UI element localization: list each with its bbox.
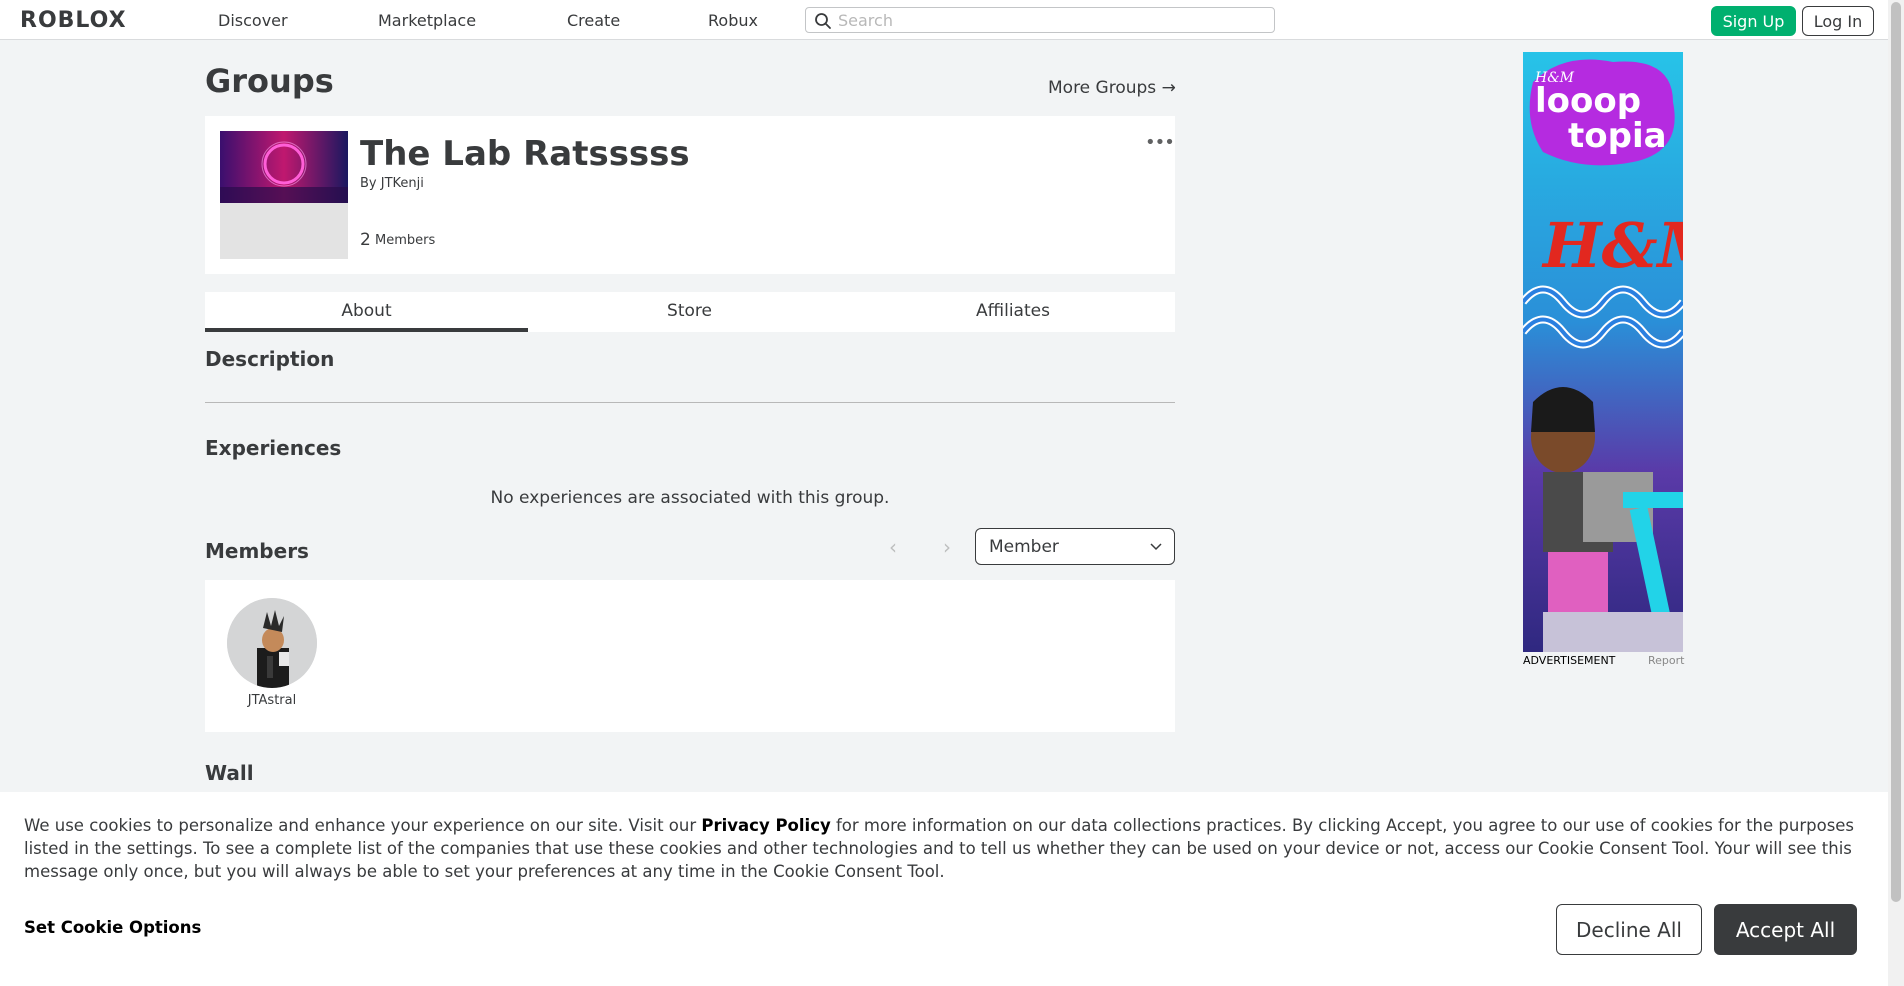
group-tabs: About Store Affiliates (205, 292, 1175, 332)
chevron-left-icon[interactable]: ‹ (889, 535, 897, 559)
members-heading: Members (205, 539, 309, 563)
search-input[interactable] (838, 11, 1268, 30)
role-select-dropdown[interactable]: Member (975, 528, 1175, 565)
cookie-message: We use cookies to personalize and enhanc… (24, 814, 1864, 883)
roblox-logo[interactable]: ROBLOX (20, 8, 127, 33)
scrollbar-thumb[interactable] (1891, 2, 1901, 902)
wall-heading: Wall (205, 761, 254, 785)
ad-brand-word-2: topia (1568, 116, 1667, 156)
search-icon (815, 13, 831, 29)
owner-by-label: By (360, 176, 377, 191)
advertisement-banner[interactable]: H&M looop topia H&M (1523, 52, 1683, 652)
nav-create[interactable]: Create (567, 11, 620, 30)
avatar-image (227, 598, 317, 688)
group-owner: By JTKenji (360, 176, 424, 191)
ad-image: H&M looop topia H&M (1523, 52, 1683, 652)
member-count: 2 (360, 230, 371, 250)
member-count-label: Members (375, 233, 436, 248)
tab-about[interactable]: About (205, 292, 528, 332)
top-navigation-bar: ROBLOX Discover Marketplace Create Robux… (0, 0, 1888, 40)
ad-brand-big: H&M (1541, 209, 1683, 282)
nav-discover[interactable]: Discover (218, 11, 288, 30)
decline-all-button[interactable]: Decline All (1556, 904, 1702, 955)
sign-up-button[interactable]: Sign Up (1711, 6, 1796, 36)
cookie-consent-banner: We use cookies to personalize and enhanc… (0, 792, 1888, 986)
advertisement-label: ADVERTISEMENT (1523, 654, 1616, 667)
members-panel: JTAstral (205, 580, 1175, 732)
tab-affiliates[interactable]: Affiliates (851, 292, 1175, 332)
nav-marketplace[interactable]: Marketplace (378, 11, 476, 30)
description-heading: Description (205, 347, 335, 371)
role-select-value: Member (989, 537, 1059, 557)
nav-robux[interactable]: Robux (708, 11, 758, 30)
group-emblem-image (220, 131, 348, 259)
owner-link[interactable]: JTKenji (381, 176, 424, 191)
no-experiences-message: No experiences are associated with this … (490, 488, 890, 508)
chevron-down-icon (1150, 543, 1162, 551)
ad-report-link[interactable]: Report (1648, 654, 1684, 667)
more-groups-link[interactable]: More Groups → (1048, 78, 1176, 98)
set-cookie-options-link[interactable]: Set Cookie Options (24, 918, 201, 937)
avatar[interactable] (227, 598, 317, 688)
group-header-card: The Lab Ratsssss By JTKenji 2 Members ••… (205, 116, 1175, 274)
experiences-heading: Experiences (205, 436, 342, 460)
cookie-text-before: We use cookies to personalize and enhanc… (24, 816, 702, 835)
accept-all-button[interactable]: Accept All (1714, 904, 1857, 955)
search-box[interactable] (805, 7, 1275, 33)
ellipsis-icon[interactable]: ••• (1145, 132, 1175, 153)
member-name[interactable]: JTAstral (227, 693, 317, 708)
page-title: Groups (205, 62, 334, 100)
page-scrollbar[interactable] (1888, 0, 1904, 986)
member-card[interactable]: JTAstral (227, 598, 317, 708)
tab-store[interactable]: Store (528, 292, 851, 332)
section-divider (205, 402, 1175, 403)
chevron-right-icon[interactable]: › (943, 535, 951, 559)
log-in-button[interactable]: Log In (1802, 6, 1874, 36)
group-name: The Lab Ratsssss (360, 134, 690, 174)
group-emblem-art (220, 131, 348, 259)
ad-brand-word-1: looop (1535, 81, 1641, 121)
privacy-policy-link[interactable]: Privacy Policy (701, 816, 830, 835)
